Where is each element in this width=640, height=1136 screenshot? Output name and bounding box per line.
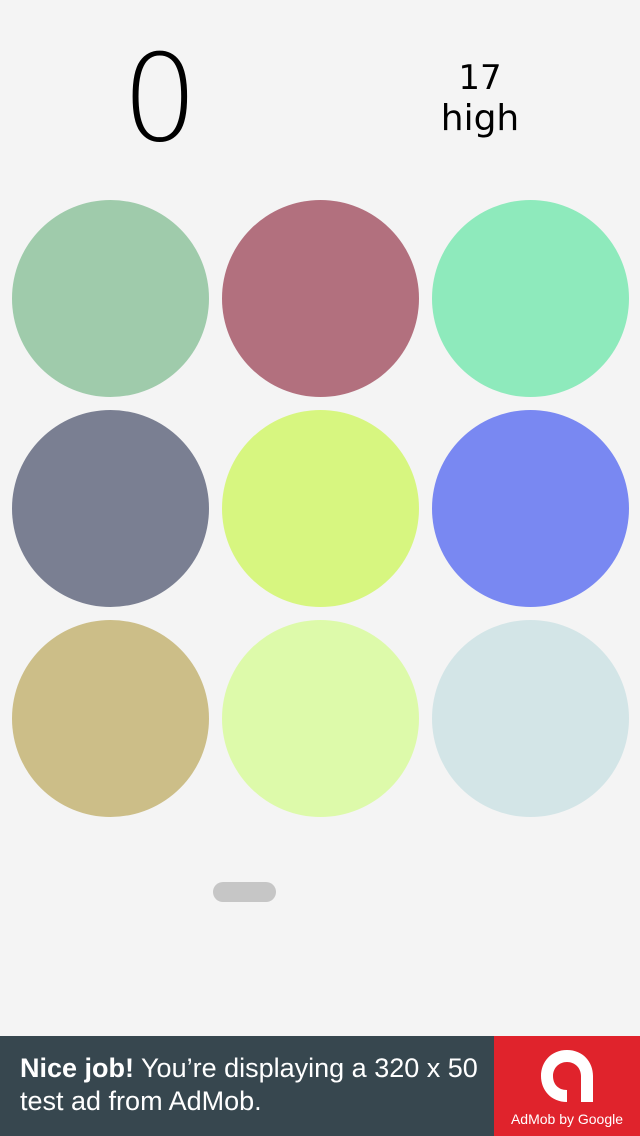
color-circle-grid xyxy=(12,200,629,817)
ad-message[interactable]: Nice job! You’re displaying a 320 x 50 t… xyxy=(0,1036,494,1136)
ad-brand-panel[interactable]: AdMob by Google xyxy=(494,1036,640,1136)
circle-r2c1[interactable] xyxy=(12,410,209,607)
circle-r3c3[interactable] xyxy=(432,620,629,817)
high-score-value: 17 xyxy=(458,58,502,98)
circle-r2c3[interactable] xyxy=(432,410,629,607)
ad-headline: Nice job! xyxy=(20,1053,135,1083)
ad-brand-label: AdMob by Google xyxy=(510,1111,624,1127)
circle-r1c2[interactable] xyxy=(222,200,419,397)
ad-banner[interactable]: Nice job! You’re displaying a 320 x 50 t… xyxy=(0,1036,640,1136)
circle-r3c1[interactable] xyxy=(12,620,209,817)
current-score: 0 xyxy=(121,30,199,169)
indicator-pill xyxy=(213,882,276,902)
high-score: 17 high xyxy=(400,58,560,140)
circle-r2c2[interactable] xyxy=(222,410,419,607)
circle-r1c3[interactable] xyxy=(432,200,629,397)
circle-r3c2[interactable] xyxy=(222,620,419,817)
game-screen: 0 17 high Nice job! You’re displaying a … xyxy=(0,0,640,1136)
admob-logo-icon xyxy=(541,1050,593,1102)
circle-r1c1[interactable] xyxy=(12,200,209,397)
high-score-label: high xyxy=(440,98,520,139)
